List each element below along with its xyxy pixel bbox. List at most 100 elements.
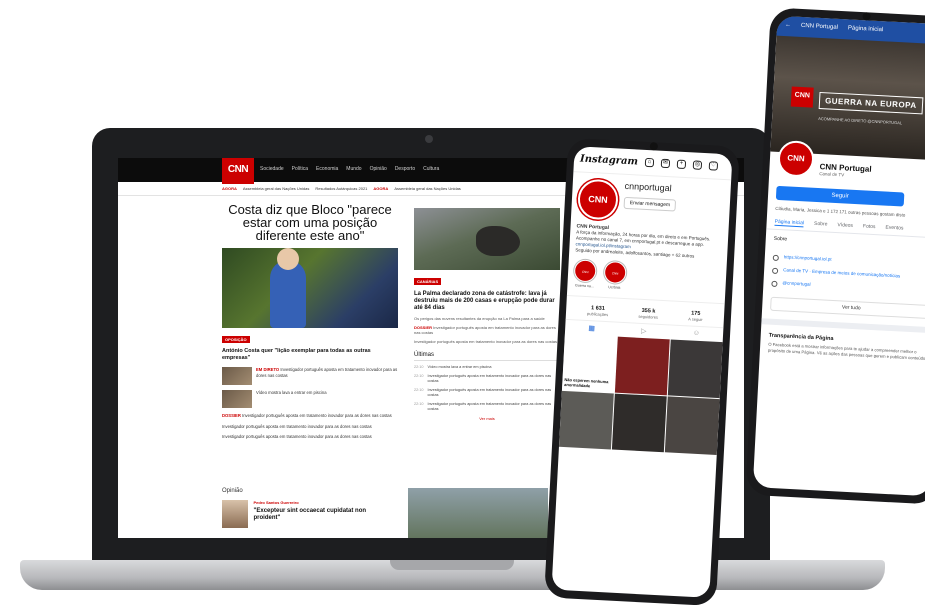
- latest-news-row[interactable]: 22:10 Investigador português aposta em tr…: [414, 402, 560, 412]
- tagged-icon[interactable]: ☺: [693, 330, 701, 338]
- see-more-link[interactable]: Ver mais: [414, 416, 560, 421]
- nav-link[interactable]: Opinião: [370, 166, 387, 172]
- post-tile[interactable]: [614, 336, 670, 396]
- related-link[interactable]: Os perigos das nuvens resultantes da eru…: [414, 316, 560, 321]
- stat-following[interactable]: 175 A seguir: [688, 310, 703, 322]
- about-row[interactable]: Canal de TV · Empresa de meios de comuni…: [771, 267, 925, 282]
- profile-handle: cnnportugal: [624, 180, 672, 194]
- latest-news-text: Investigador português aposta em tratame…: [427, 388, 552, 397]
- tab-events[interactable]: Eventos: [885, 225, 903, 233]
- nav-link[interactable]: Cultura: [423, 166, 439, 172]
- latest-news-text: Investigador português aposta em tratame…: [427, 374, 552, 383]
- nav-link[interactable]: Sociedade: [260, 166, 284, 172]
- new-post-icon[interactable]: +: [676, 159, 687, 170]
- posts-grid: Não esperem nenhuma anormalidade: [558, 333, 723, 456]
- latest-news-text: Investigador português aposta em tratame…: [427, 402, 552, 411]
- story-item[interactable]: Investigador português aposta em tratame…: [222, 424, 398, 430]
- latest-news-row[interactable]: 22:10 Investigador português aposta em tr…: [414, 388, 560, 398]
- nav-link[interactable]: Desporto: [395, 166, 415, 172]
- cnn-logo[interactable]: CNN: [222, 158, 254, 184]
- post-tile[interactable]: [611, 393, 667, 453]
- main-headline[interactable]: Costa diz que Bloco "parece estar com um…: [222, 203, 398, 242]
- ticker-item[interactable]: Resultados Autárquicas 2021: [315, 186, 367, 191]
- heart-icon[interactable]: ♡: [708, 161, 719, 171]
- stat-label: seguidores: [638, 313, 659, 320]
- story-item[interactable]: DOSSIER Investigador português aposta em…: [222, 413, 398, 419]
- speaker-head: [277, 248, 299, 270]
- explore-icon[interactable]: ◎: [692, 160, 703, 170]
- nav-link[interactable]: Economia: [316, 166, 338, 172]
- highlight-avatar: CNN: [603, 260, 627, 285]
- post-tile[interactable]: Não esperem nenhuma anormalidade: [561, 333, 617, 393]
- story-item[interactable]: EM DIRETO Investigador português aposta …: [222, 367, 398, 385]
- story-item[interactable]: Vídeo mostra lava a entrar em piscina: [222, 390, 398, 408]
- tab-about[interactable]: Sobre: [814, 221, 828, 229]
- hero-caption[interactable]: António Costa quer "lição exemplar para …: [222, 348, 398, 362]
- latest-news-time: 22:10: [414, 365, 424, 369]
- website-link: https://cnnportugal.iol.pt: [783, 254, 832, 262]
- profile-header: CNN cnnportugal Enviar mensagem: [571, 172, 731, 226]
- facebook-screen: ← CNN Portugal Página inicial CNN GUERRA…: [752, 15, 925, 497]
- about-row[interactable]: https://cnnportugal.iol.pt: [772, 254, 925, 269]
- post-tile[interactable]: [664, 396, 720, 456]
- story-tag: EM DIRETO: [256, 367, 280, 372]
- latest-news-row[interactable]: 22:10 Vídeo mostra lava a entrar em pisci…: [414, 365, 560, 370]
- latest-news-title: Últimas: [414, 352, 560, 361]
- home-icon[interactable]: ⌂: [644, 157, 655, 168]
- latest-news-time: 22:10: [414, 374, 424, 378]
- post-tile[interactable]: [667, 339, 723, 399]
- nav-link[interactable]: Mundo: [346, 166, 361, 172]
- post-caption: [670, 392, 718, 395]
- latest-news-row[interactable]: 22:10 Investigador português aposta em tr…: [414, 374, 560, 384]
- related-link[interactable]: DOSSIER Investigador português aposta em…: [414, 325, 560, 335]
- category-link: Canal de TV · Empresa de meios de comuni…: [783, 267, 901, 279]
- instagram-logo[interactable]: Instagram: [580, 153, 638, 167]
- nav-link[interactable]: Política: [292, 166, 308, 172]
- story-label: CANÁRIAS: [414, 278, 442, 285]
- related-link[interactable]: Investigador português aposta em tratame…: [414, 339, 560, 344]
- messenger-icon[interactable]: ✉: [660, 158, 671, 169]
- latest-news-time: 22:10: [414, 388, 424, 392]
- tag-icon: [771, 267, 779, 275]
- highlight[interactable]: CNN Guerra na...: [573, 259, 597, 288]
- hero-photo[interactable]: [222, 248, 398, 328]
- landscape-photo[interactable]: [408, 488, 548, 538]
- tab-videos[interactable]: Vídeos: [837, 222, 853, 230]
- story-highlights: CNN Guerra na... CNN Ucrânia: [567, 253, 727, 295]
- post-caption: Não esperem nenhuma anormalidade: [564, 376, 609, 389]
- laptop-base: [20, 560, 885, 590]
- stat-followers[interactable]: 355 k seguidores: [638, 308, 658, 320]
- post-tile[interactable]: [558, 390, 614, 450]
- profile-avatar[interactable]: CNN: [576, 178, 619, 221]
- reels-icon[interactable]: ▷: [641, 327, 647, 335]
- tab-home[interactable]: Página inicial: [774, 218, 805, 228]
- story-item[interactable]: Investigador português aposta em tratame…: [222, 434, 398, 440]
- globe-icon: [772, 254, 779, 262]
- main-column: Costa diz que Bloco "parece estar com um…: [222, 203, 398, 440]
- cover-banner: GUERRA NA EUROPA: [818, 91, 924, 115]
- ticker-item[interactable]: Assembleia geral das Nações Unidas: [394, 186, 460, 191]
- ticker-item[interactable]: Assembleia geral das Nações Unidas: [243, 186, 309, 191]
- header-tab[interactable]: Página inicial: [848, 25, 884, 35]
- highlight-label: Ucrânia: [608, 285, 621, 290]
- eruption-photo[interactable]: [414, 208, 560, 270]
- about-row[interactable]: @cnnportugal: [771, 280, 925, 295]
- page-avatar[interactable]: CNN: [777, 139, 815, 178]
- stat-label: A seguir: [688, 316, 703, 323]
- camera-icon: [425, 135, 433, 143]
- facebook-header: ← CNN Portugal Página inicial: [776, 15, 925, 45]
- latest-news-text: Vídeo mostra lava a entrar em piscina: [427, 365, 492, 369]
- tab-photos[interactable]: Fotos: [863, 223, 876, 231]
- back-arrow-icon[interactable]: ←: [785, 22, 791, 30]
- grid-icon[interactable]: ▦: [588, 324, 595, 332]
- header-title: CNN Portugal: [800, 22, 839, 31]
- highlight-avatar: CNN: [573, 259, 597, 283]
- second-headline[interactable]: La Palma declarado zona de catástrofe: l…: [414, 291, 560, 312]
- see-all-button[interactable]: Ver tudo: [770, 296, 925, 320]
- opinion-item[interactable]: Pedro Santos Guerreiro "Excepteur sint o…: [222, 500, 392, 528]
- stat-posts[interactable]: 1 631 publicações: [587, 305, 609, 317]
- laptop-notch: [390, 560, 514, 570]
- front-camera: [862, 12, 871, 21]
- send-message-button[interactable]: Enviar mensagem: [623, 196, 677, 212]
- highlight[interactable]: CNN Ucrânia: [603, 260, 627, 290]
